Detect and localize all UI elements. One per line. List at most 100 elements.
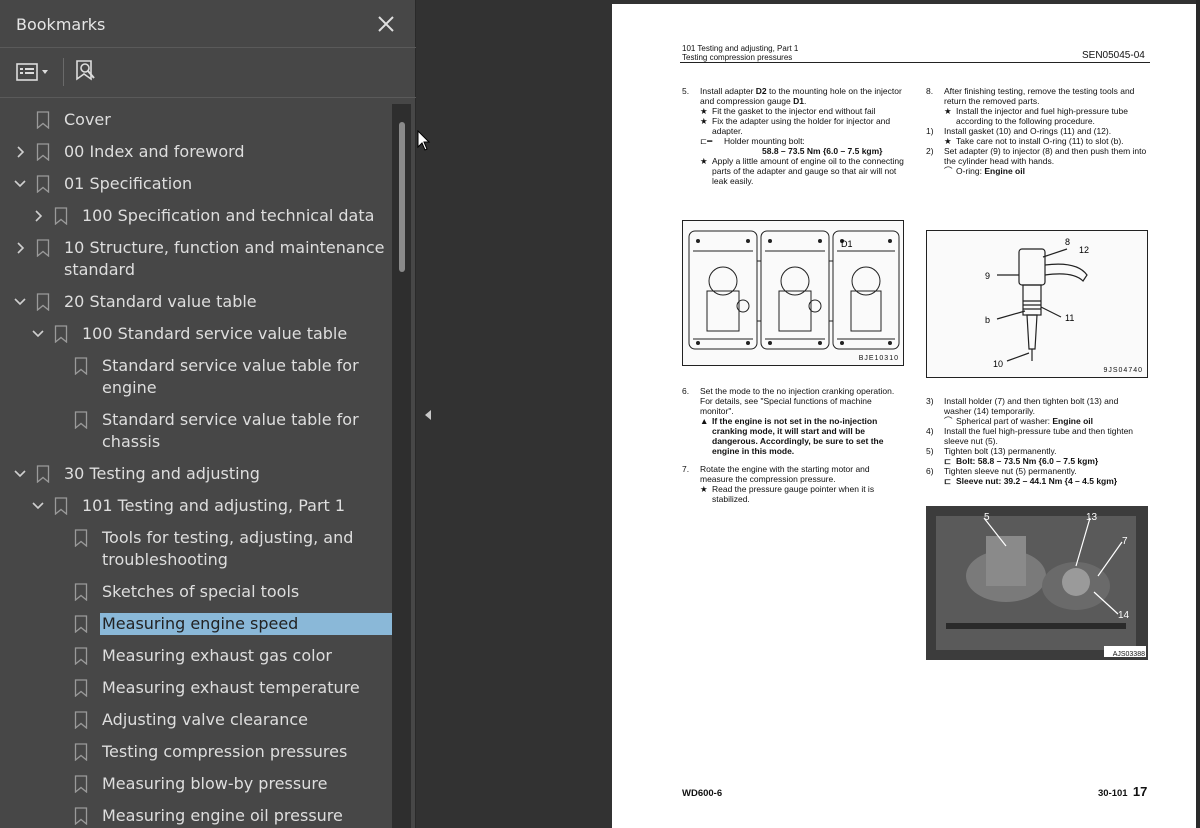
header-section-title: 101 Testing and adjusting, Part 1 bbox=[682, 44, 799, 53]
page-footer-model: WD600-6 bbox=[682, 788, 723, 799]
step-6: 6. Set the mode to the no injection cran… bbox=[682, 386, 904, 416]
collapse-panel-icon[interactable] bbox=[420, 405, 436, 425]
page-header-left: 101 Testing and adjusting, Part 1 Testin… bbox=[682, 44, 798, 62]
bookmark-item[interactable]: Tools for testing, adjusting, and troubl… bbox=[0, 522, 392, 576]
chevron-down-icon[interactable] bbox=[12, 291, 28, 313]
bookmark-label: 10 Structure, function and maintenance s… bbox=[64, 238, 385, 279]
warning-icon: ▲ bbox=[700, 416, 709, 426]
substep-text: Install holder (7) and then tighten bolt… bbox=[944, 396, 1119, 416]
bookmark-item[interactable]: Testing compression pressures bbox=[0, 736, 392, 768]
chevron-right-icon[interactable] bbox=[12, 237, 28, 259]
step-5-bullet-2: ★ Fix the adapter using the holder for in… bbox=[682, 116, 904, 136]
chevron-right-icon[interactable] bbox=[12, 141, 28, 163]
step-number: 8. bbox=[926, 86, 934, 96]
svg-text:5: 5 bbox=[984, 512, 990, 523]
bookmark-icon bbox=[74, 773, 88, 795]
oil-can-icon: ⌒ bbox=[944, 166, 953, 176]
substep-text: Set adapter (9) to injector (8) and then… bbox=[944, 146, 1147, 166]
bookmark-icon bbox=[36, 109, 50, 131]
bullet-text: Take care not to install O-ring (11) to … bbox=[956, 136, 1124, 146]
bullet-text: Fit the gasket to the injector end witho… bbox=[712, 106, 876, 116]
oil-label: Spherical part of washer: bbox=[956, 416, 1053, 426]
viewer-scrollbar[interactable] bbox=[1196, 0, 1200, 828]
bookmark-icon bbox=[36, 463, 50, 485]
substep-1-bullet: ★ Take care not to install O-ring (11) to… bbox=[944, 136, 1124, 146]
chevron-down-icon[interactable] bbox=[30, 495, 46, 517]
bookmarks-toolbar bbox=[0, 48, 416, 98]
bookmark-item[interactable]: 101 Testing and adjusting, Part 1 bbox=[0, 490, 392, 522]
step-5-text: Install adapter D2 to the mounting hole … bbox=[700, 86, 904, 106]
bookmark-item[interactable]: 20 Standard value table bbox=[0, 286, 392, 318]
chevron-down-icon[interactable] bbox=[12, 173, 28, 195]
bookmark-item[interactable]: 100 Standard service value table bbox=[0, 318, 392, 350]
step-6-text: Set the mode to the no injection crankin… bbox=[700, 386, 895, 416]
toolbar-divider bbox=[63, 58, 64, 86]
bookmark-item[interactable]: Sketches of special tools bbox=[0, 576, 392, 608]
header-topic-title: Testing compression pressures bbox=[682, 53, 793, 62]
bookmark-item[interactable]: Cover bbox=[0, 104, 392, 136]
step-5-d2: D2 bbox=[755, 86, 767, 96]
page-footer-number: 30-101 17 bbox=[1098, 784, 1147, 799]
step-5-torque: ⊏━ Holder mounting bolt: bbox=[700, 136, 805, 146]
close-icon[interactable] bbox=[372, 10, 400, 38]
step-5-end: . bbox=[803, 96, 807, 106]
bookmark-label: 100 Standard service value table bbox=[82, 324, 348, 343]
bookmark-item[interactable]: Standard service value table for engine bbox=[0, 350, 392, 404]
bookmark-item[interactable]: 01 Specification bbox=[0, 168, 392, 200]
bookmark-item[interactable]: 00 Index and foreword bbox=[0, 136, 392, 168]
bookmarks-panel: Bookmarks Cover 00 Index and foreword 01… bbox=[0, 0, 416, 828]
substep-text: Tighten bolt (13) permanently. bbox=[944, 446, 1057, 456]
photo-code: AJS03388 bbox=[1112, 651, 1145, 658]
bookmark-icon bbox=[54, 495, 68, 517]
bullet-text: Install the injector and fuel high-press… bbox=[956, 106, 1128, 126]
bookmark-icon bbox=[74, 677, 88, 699]
bookmark-icon bbox=[74, 355, 88, 377]
bookmark-label: Measuring blow-by pressure bbox=[102, 774, 328, 793]
bookmark-item[interactable]: Measuring engine oil pressure bbox=[0, 800, 392, 828]
left-column-bottom: 6. Set the mode to the no injection cran… bbox=[682, 386, 904, 504]
substep-number: 6) bbox=[926, 466, 934, 476]
bookmark-item[interactable]: Measuring exhaust gas color bbox=[0, 640, 392, 672]
substep-text: Install gasket (10) and O-rings (11) and… bbox=[944, 126, 1112, 136]
step-8-bullet-1: ★ Install the injector and fuel high-pres… bbox=[926, 106, 1148, 126]
fig-label-d1: D1 bbox=[841, 239, 853, 249]
document-viewer[interactable]: 101 Testing and adjusting, Part 1 Testin… bbox=[417, 0, 1200, 828]
substep-5-torque: ⊏ Bolt: 58.8 – 73.5 Nm {6.0 – 7.5 kgm} bbox=[926, 456, 1148, 466]
bookmark-item[interactable]: 30 Testing and adjusting bbox=[0, 458, 392, 490]
torque-value: 58.8 – 73.5 Nm {6.0 – 7.5 kgm} bbox=[762, 146, 883, 156]
bookmark-item[interactable]: Measuring blow-by pressure bbox=[0, 768, 392, 800]
find-bookmark-icon[interactable] bbox=[72, 58, 100, 86]
bookmark-item[interactable]: Measuring engine speed bbox=[0, 608, 392, 640]
bookmark-item[interactable]: Adjusting valve clearance bbox=[0, 704, 392, 736]
substep-text: Install the fuel high-pressure tube and … bbox=[944, 426, 1134, 446]
step-7-bullet-1: ★ Read the pressure gauge pointer when it… bbox=[682, 484, 904, 504]
svg-text:13: 13 bbox=[1086, 512, 1098, 523]
substep-text: Tighten sleeve nut (5) permanently. bbox=[944, 466, 1077, 476]
bookmark-item[interactable]: 100 Specification and technical data bbox=[0, 200, 392, 232]
step-5: 5. Install adapter D2 to the mounting ho… bbox=[682, 86, 904, 106]
bookmark-icon bbox=[74, 409, 88, 431]
bookmarks-scrollbar[interactable] bbox=[392, 104, 411, 828]
bookmark-icon bbox=[74, 527, 88, 549]
step-5-bullet-3: ★ Apply a little amount of engine oil to … bbox=[700, 156, 904, 186]
oil-value: Engine oil bbox=[1052, 416, 1094, 426]
bookmark-icon bbox=[36, 141, 50, 163]
step-7: 7. Rotate the engine with the starting m… bbox=[682, 464, 904, 484]
page-header-doc-id: SEN05045-04 bbox=[1082, 50, 1145, 61]
options-list-icon[interactable] bbox=[12, 58, 56, 86]
bookmark-label: Measuring engine speed bbox=[100, 613, 392, 635]
chevron-down-icon[interactable] bbox=[30, 323, 46, 345]
right-column-top: 8. After finishing testing, remove the t… bbox=[926, 86, 1148, 176]
scrollbar-thumb[interactable] bbox=[399, 122, 405, 272]
substep-6-torque: ⊏ Sleeve nut: 39.2 – 44.1 Nm {4 – 4.5 kgm… bbox=[926, 476, 1148, 486]
bookmark-label: Measuring exhaust temperature bbox=[102, 678, 360, 697]
chevron-right-icon[interactable] bbox=[30, 205, 46, 227]
figure-code: 9JS04740 bbox=[1103, 367, 1143, 374]
bookmark-item[interactable]: Standard service value table for chassis bbox=[0, 404, 392, 458]
bookmark-item[interactable]: Measuring exhaust temperature bbox=[0, 672, 392, 704]
chevron-down-icon[interactable] bbox=[12, 463, 28, 485]
bookmark-item[interactable]: 10 Structure, function and maintenance s… bbox=[0, 232, 392, 286]
bullet-text: Apply a little amount of engine oil to t… bbox=[712, 156, 904, 186]
left-column-top: 5. Install adapter D2 to the mounting ho… bbox=[682, 86, 904, 186]
